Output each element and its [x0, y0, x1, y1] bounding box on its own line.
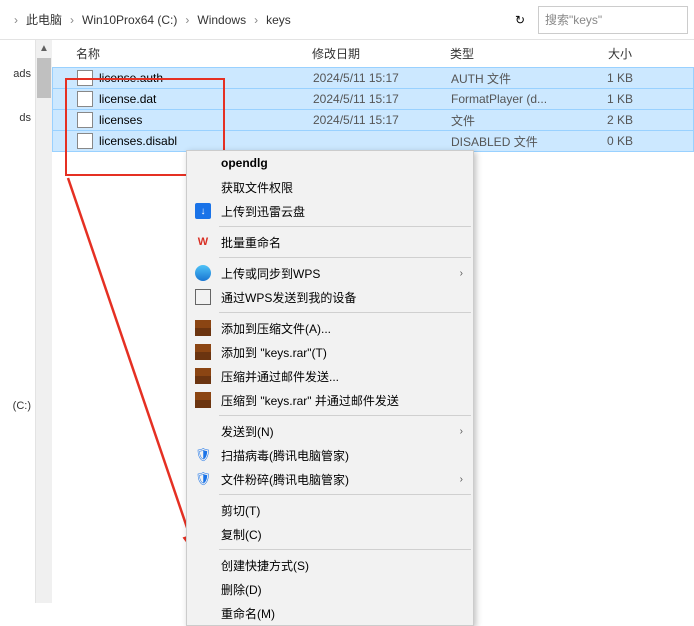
menu-separator [219, 415, 471, 416]
wps-icon: W [195, 234, 211, 250]
table-row[interactable]: license.dat 2024/5/11 15:17 FormatPlayer… [52, 88, 694, 110]
breadcrumb-item[interactable]: keys [260, 9, 297, 31]
xunlei-icon: ↓ [195, 203, 211, 219]
header-name[interactable]: 名称 [52, 45, 312, 62]
table-row[interactable]: licenses.disabl DISABLED 文件 0 KB [52, 130, 694, 152]
refresh-icon: ↻ [515, 13, 525, 27]
breadcrumb-item[interactable]: 此电脑 [20, 7, 68, 32]
menu-copy[interactable]: 复制(C) [187, 522, 473, 546]
menu-upload-xunlei[interactable]: ↓上传到迅雷云盘 [187, 199, 473, 223]
device-icon [195, 289, 211, 305]
file-icon [77, 70, 93, 86]
menu-opendlg[interactable]: opendlg [187, 151, 473, 175]
context-menu: opendlg 获取文件权限 ↓上传到迅雷云盘 W批量重命名 上传或同步到WPS… [186, 150, 474, 626]
menu-cut[interactable]: 剪切(T) [187, 498, 473, 522]
file-size: 1 KB [571, 71, 643, 85]
menu-separator [219, 549, 471, 550]
file-name: licenses [99, 113, 313, 127]
sidebar-item[interactable]: ads [0, 60, 35, 88]
header-type[interactable]: 类型 [450, 45, 570, 62]
shield-icon: 🛡 [195, 471, 211, 487]
search-placeholder: 搜索"keys" [545, 11, 602, 28]
breadcrumb[interactable]: › 此电脑 › Win10Prox64 (C:) › Windows › key… [6, 7, 502, 32]
menu-batch-rename[interactable]: W批量重命名 [187, 230, 473, 254]
search-input[interactable]: 搜索"keys" [538, 6, 688, 34]
scroll-thumb[interactable] [37, 58, 51, 98]
header-date[interactable]: 修改日期 [312, 45, 450, 62]
file-icon [77, 133, 93, 149]
menu-add-archive[interactable]: 添加到压缩文件(A)... [187, 316, 473, 340]
menu-separator [219, 312, 471, 313]
file-type: DISABLED 文件 [451, 133, 571, 150]
menu-delete[interactable]: 删除(D) [187, 577, 473, 601]
file-date: 2024/5/11 15:17 [313, 92, 451, 106]
menu-rename[interactable]: 重命名(M) [187, 601, 473, 625]
chevron-right-icon: › [252, 13, 260, 27]
archive-icon [195, 320, 211, 336]
chevron-right-icon: › [460, 426, 463, 437]
file-icon [77, 91, 93, 107]
cloud-icon [195, 265, 211, 281]
breadcrumb-item[interactable]: Windows [191, 9, 252, 31]
archive-icon [195, 368, 211, 384]
shield-icon: 🛡 [195, 447, 211, 463]
menu-separator [219, 226, 471, 227]
menu-file-shred[interactable]: 🛡文件粉碎(腾讯电脑管家)› [187, 467, 473, 491]
file-type: AUTH 文件 [451, 70, 571, 87]
menu-send-wps[interactable]: 通过WPS发送到我的设备 [187, 285, 473, 309]
scroll-up-icon[interactable]: ▲ [39, 40, 49, 56]
chevron-right-icon: › [12, 13, 20, 27]
menu-zip-mail[interactable]: 压缩并通过邮件发送... [187, 364, 473, 388]
sidebar-item[interactable]: ds [0, 104, 35, 132]
file-type: FormatPlayer (d... [451, 92, 571, 106]
file-date: 2024/5/11 15:17 [313, 113, 451, 127]
table-row[interactable]: licenses 2024/5/11 15:17 文件 2 KB [52, 109, 694, 131]
column-headers[interactable]: 名称 修改日期 类型 大小 [52, 40, 694, 68]
breadcrumb-item[interactable]: Win10Prox64 (C:) [76, 9, 183, 31]
chevron-right-icon: › [68, 13, 76, 27]
menu-create-shortcut[interactable]: 创建快捷方式(S) [187, 553, 473, 577]
menu-add-keys-rar[interactable]: 添加到 "keys.rar"(T) [187, 340, 473, 364]
archive-icon [195, 392, 211, 408]
archive-icon [195, 344, 211, 360]
file-size: 1 KB [571, 92, 643, 106]
menu-get-permission[interactable]: 获取文件权限 [187, 175, 473, 199]
file-type: 文件 [451, 112, 571, 129]
scrollbar[interactable]: ▲ [36, 40, 52, 603]
sidebar-item[interactable] [0, 88, 35, 104]
menu-sync-wps[interactable]: 上传或同步到WPS› [187, 261, 473, 285]
menu-scan-virus[interactable]: 🛡扫描病毒(腾讯电脑管家) [187, 443, 473, 467]
menu-zip-keys-mail[interactable]: 压缩到 "keys.rar" 并通过邮件发送 [187, 388, 473, 412]
chevron-right-icon: › [460, 474, 463, 485]
refresh-button[interactable]: ↻ [506, 6, 534, 34]
file-name: license.auth [99, 71, 313, 85]
menu-send-to[interactable]: 发送到(N)› [187, 419, 473, 443]
sidebar-item[interactable]: (C:) [0, 392, 35, 420]
file-icon [77, 112, 93, 128]
header-size[interactable]: 大小 [570, 45, 642, 62]
menu-separator [219, 494, 471, 495]
menu-separator [219, 257, 471, 258]
chevron-right-icon: › [460, 268, 463, 279]
chevron-right-icon: › [183, 13, 191, 27]
table-row[interactable]: license.auth 2024/5/11 15:17 AUTH 文件 1 K… [52, 67, 694, 89]
sidebar: ads ds (C:) [0, 40, 36, 603]
file-name: licenses.disabl [99, 134, 313, 148]
file-name: license.dat [99, 92, 313, 106]
file-size: 0 KB [571, 134, 643, 148]
file-size: 2 KB [571, 113, 643, 127]
file-date: 2024/5/11 15:17 [313, 71, 451, 85]
